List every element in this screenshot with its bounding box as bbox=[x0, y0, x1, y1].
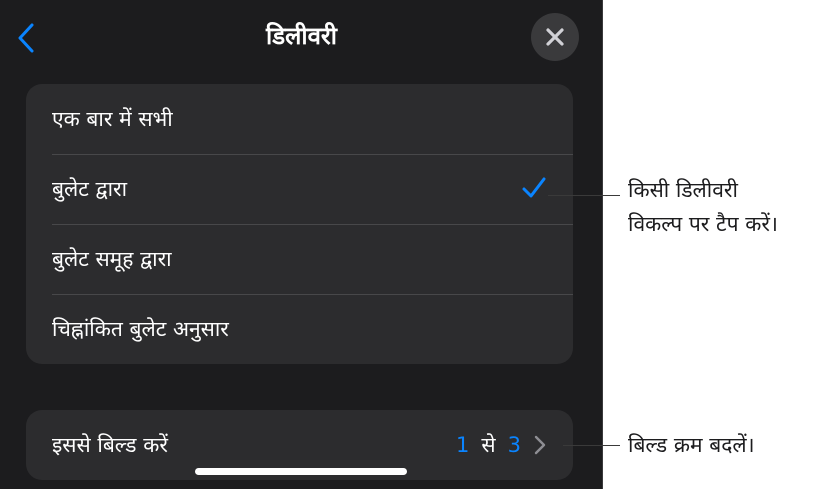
page-title: डिलीवरी bbox=[266, 22, 337, 50]
delivery-option-label: एक बार में सभी bbox=[52, 107, 173, 131]
delivery-option-by-highlighted-bullet[interactable]: चिह्नांकित बुलेट अनुसार bbox=[26, 294, 573, 364]
close-icon bbox=[546, 28, 564, 46]
build-start-number: 1 bbox=[456, 433, 470, 457]
delivery-option-label: बुलेट द्वारा bbox=[52, 177, 128, 201]
close-button[interactable] bbox=[531, 13, 579, 61]
home-indicator bbox=[195, 468, 407, 475]
build-range: 1 से 3 bbox=[456, 410, 547, 480]
delivery-option-by-bullet-group[interactable]: बुलेट समूह द्वारा bbox=[26, 224, 573, 294]
callout-line-options bbox=[548, 195, 620, 196]
delivery-option-label: चिह्नांकित बुलेट अनुसार bbox=[52, 317, 229, 341]
build-from-label: इससे बिल्ड करें bbox=[52, 433, 168, 457]
checkmark-icon bbox=[522, 177, 546, 198]
chevron-right-icon bbox=[534, 435, 546, 455]
callout-option-line2: विकल्प पर टैप करें। bbox=[628, 212, 778, 236]
delivery-option-all-at-once[interactable]: एक बार में सभी bbox=[26, 84, 573, 154]
callout-build-order: बिल्ड क्रम बदलें। bbox=[628, 433, 755, 457]
callout-line-build bbox=[563, 445, 620, 446]
callout-option-line1: किसी डिलीवरी bbox=[628, 178, 738, 202]
delivery-option-by-bullet[interactable]: बुलेट द्वारा bbox=[26, 154, 573, 224]
delivery-options-list: एक बार में सभी बुलेट द्वारा बुलेट समूह द… bbox=[26, 84, 573, 364]
build-end-number: 3 bbox=[507, 433, 521, 457]
build-range-word: से bbox=[481, 433, 496, 457]
delivery-panel: डिलीवरी एक बार में सभी बुलेट द्वारा बुले… bbox=[0, 0, 603, 489]
delivery-option-label: बुलेट समूह द्वारा bbox=[52, 247, 172, 271]
